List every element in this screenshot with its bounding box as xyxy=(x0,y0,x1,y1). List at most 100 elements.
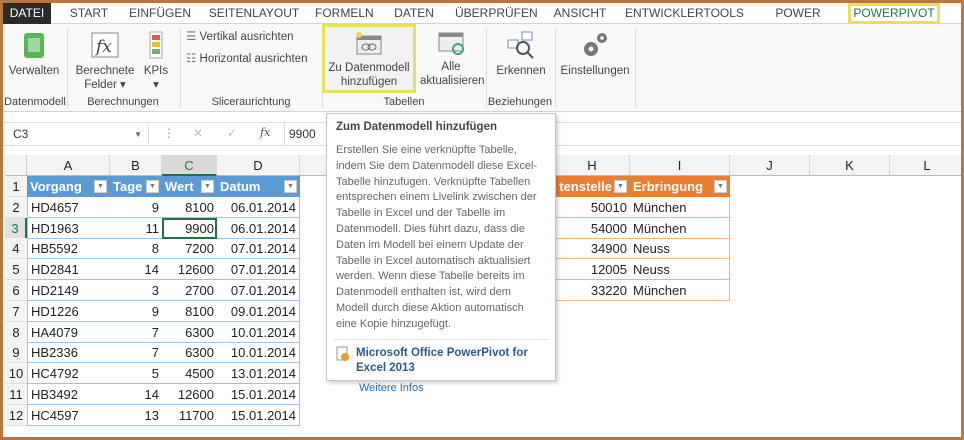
select-all-corner[interactable] xyxy=(5,155,27,176)
tab-start[interactable]: START xyxy=(65,3,113,24)
table1-cell[interactable]: 6300 xyxy=(162,322,217,343)
tab-einfuegen[interactable]: EINFÜGEN xyxy=(129,3,191,24)
zu-datenmodell-hinzufuegen-button[interactable]: Zu Datenmodell hinzufügen xyxy=(322,24,416,93)
table2-cell[interactable]: München xyxy=(630,280,730,301)
alle-aktualisieren-button[interactable]: Alle aktualisieren xyxy=(420,30,485,88)
tab-ueberpruefen[interactable]: ÜBERPRÜFEN xyxy=(455,3,538,24)
table2-cell[interactable]: 54000 xyxy=(555,218,630,239)
row-header-7[interactable]: 7 xyxy=(5,300,27,322)
table1-cell[interactable]: 12600 xyxy=(162,384,217,405)
einstellungen-button[interactable]: Einstellungen xyxy=(559,30,631,78)
table2-cell[interactable]: München xyxy=(630,217,730,239)
table1-cell[interactable]: 2700 xyxy=(162,280,217,301)
fx-button[interactable]: fx xyxy=(260,126,270,139)
table1-cell[interactable]: 7 xyxy=(110,322,162,343)
table1-cell[interactable]: 07.01.2014 xyxy=(217,259,300,281)
tab-entwicklertools[interactable]: ENTWICKLERTOOLS xyxy=(625,3,744,24)
weitere-infos-link[interactable]: Weitere Infos xyxy=(359,382,546,394)
table1-cell[interactable]: 8100 xyxy=(162,197,217,218)
column-header-B[interactable]: B xyxy=(110,155,162,176)
table1-cell[interactable]: 6300 xyxy=(162,342,217,364)
row-header-9[interactable]: 9 xyxy=(5,342,27,364)
table1-cell[interactable]: HC4597 xyxy=(27,404,110,426)
table1-cell[interactable]: 07.01.2014 xyxy=(217,280,300,301)
formula-input[interactable]: 9900 xyxy=(289,127,316,141)
berechnete-felder-button[interactable]: fx Berechnete Felder ▾ xyxy=(73,30,137,92)
tab-daten[interactable]: DATEN xyxy=(389,3,439,24)
table1-cell[interactable]: 8 xyxy=(110,238,162,260)
tab-power-query[interactable]: POWER QUERY xyxy=(755,3,841,40)
filter-dropdown-icon[interactable]: ▼ xyxy=(146,180,159,193)
row-header-5[interactable]: 5 xyxy=(5,259,27,281)
row-header-11[interactable]: 11 xyxy=(5,384,27,405)
table2-cell[interactable]: 12005 xyxy=(555,259,630,281)
table1-cell[interactable]: 09.01.2014 xyxy=(217,300,300,322)
table2-cell[interactable]: Neuss xyxy=(630,259,730,281)
tooltip-link-title[interactable]: Microsoft Office PowerPivot for Excel 20… xyxy=(356,346,546,376)
column-header-C[interactable]: C xyxy=(162,155,217,176)
table1-cell[interactable]: 9 xyxy=(110,301,162,322)
table1-cell[interactable]: HB2336 xyxy=(27,342,110,364)
table2-cell[interactable]: 33220 xyxy=(555,280,630,301)
filter-dropdown-icon[interactable]: ▼ xyxy=(284,180,297,193)
filter-dropdown-icon[interactable]: ▼ xyxy=(94,180,107,193)
tab-seitenlayout[interactable]: SEITENLAYOUT xyxy=(207,3,301,24)
kpis-button[interactable]: KPIs ▾ xyxy=(140,30,172,92)
table1-cell[interactable]: 8100 xyxy=(162,301,217,322)
row-header-3[interactable]: 3 xyxy=(5,217,27,239)
table1-cell[interactable]: 12600 xyxy=(162,259,217,281)
column-header-I[interactable]: I xyxy=(630,155,730,176)
table1-cell[interactable]: HD2149 xyxy=(27,280,110,301)
table1-cell[interactable]: 11 xyxy=(110,218,162,239)
column-header-D[interactable]: D xyxy=(217,155,300,176)
table2-cell[interactable]: München xyxy=(630,196,730,218)
table2-cell[interactable]: 34900 xyxy=(555,238,630,260)
table2-cell[interactable]: Neuss xyxy=(630,238,730,260)
table1-cell[interactable]: 13.01.2014 xyxy=(217,363,300,385)
row-header-4[interactable]: 4 xyxy=(5,238,27,260)
tab-formeln[interactable]: FORMELN xyxy=(315,3,374,24)
filter-dropdown-icon[interactable]: ▼ xyxy=(201,180,214,193)
table1-cell[interactable]: 5 xyxy=(110,363,162,385)
table1-cell[interactable]: HC4792 xyxy=(27,363,110,385)
table1-cell[interactable]: 9 xyxy=(110,197,162,218)
table1-cell[interactable]: 10.01.2014 xyxy=(217,342,300,364)
row-header-8[interactable]: 8 xyxy=(5,321,27,343)
verwalten-button[interactable]: Verwalten xyxy=(6,30,62,78)
tab-powerpivot[interactable]: POWERPIVOT xyxy=(848,3,940,24)
table1-cell[interactable]: HD1963 xyxy=(27,217,110,239)
cancel-icon[interactable]: ✕ xyxy=(193,126,203,140)
row-header-2[interactable]: 2 xyxy=(5,196,27,218)
table1-cell[interactable]: 3 xyxy=(110,280,162,301)
table1-cell[interactable]: 10.01.2014 xyxy=(217,321,300,343)
row-header-10[interactable]: 10 xyxy=(5,363,27,385)
column-header-H[interactable]: H xyxy=(555,155,630,176)
row-header-12[interactable]: 12 xyxy=(5,404,27,426)
table1-cell[interactable]: HD4657 xyxy=(27,196,110,218)
column-header-J[interactable]: J xyxy=(730,155,810,176)
name-box[interactable]: C3 ▼ xyxy=(7,125,149,144)
table1-cell[interactable]: HA4079 xyxy=(27,321,110,343)
filter-dropdown-icon[interactable]: ▼ xyxy=(614,180,627,193)
vertikal-ausrichten-button[interactable]: ☰ Vertikal ausrichten xyxy=(186,30,293,44)
table2-cell[interactable]: 50010 xyxy=(555,197,630,218)
table1-cell[interactable]: 4500 xyxy=(162,363,217,385)
table1-cell[interactable]: 7 xyxy=(110,342,162,364)
enter-icon[interactable]: ✓ xyxy=(227,126,237,140)
tab-ansicht[interactable]: ANSICHT xyxy=(551,3,609,24)
horizontal-ausrichten-button[interactable]: ☷ Horizontal ausrichten xyxy=(186,52,308,66)
table1-cell[interactable]: HD1226 xyxy=(27,300,110,322)
erkennen-button[interactable]: Erkennen xyxy=(491,30,551,78)
table1-cell[interactable]: 7200 xyxy=(162,238,217,260)
table1-cell[interactable]: 11700 xyxy=(162,405,217,426)
table1-cell[interactable]: 06.01.2014 xyxy=(217,217,300,239)
table1-cell[interactable]: 14 xyxy=(110,384,162,405)
column-header-L[interactable]: L xyxy=(890,155,964,176)
table1-cell[interactable]: HB5592 xyxy=(27,238,110,260)
table1-cell[interactable]: 06.01.2014 xyxy=(217,196,300,218)
table1-cell[interactable]: 07.01.2014 xyxy=(217,238,300,260)
column-header-A[interactable]: A xyxy=(27,155,110,176)
filter-dropdown-icon[interactable]: ▼ xyxy=(714,180,727,193)
table1-cell[interactable]: 14 xyxy=(110,259,162,281)
table1-cell[interactable]: HD2841 xyxy=(27,259,110,281)
